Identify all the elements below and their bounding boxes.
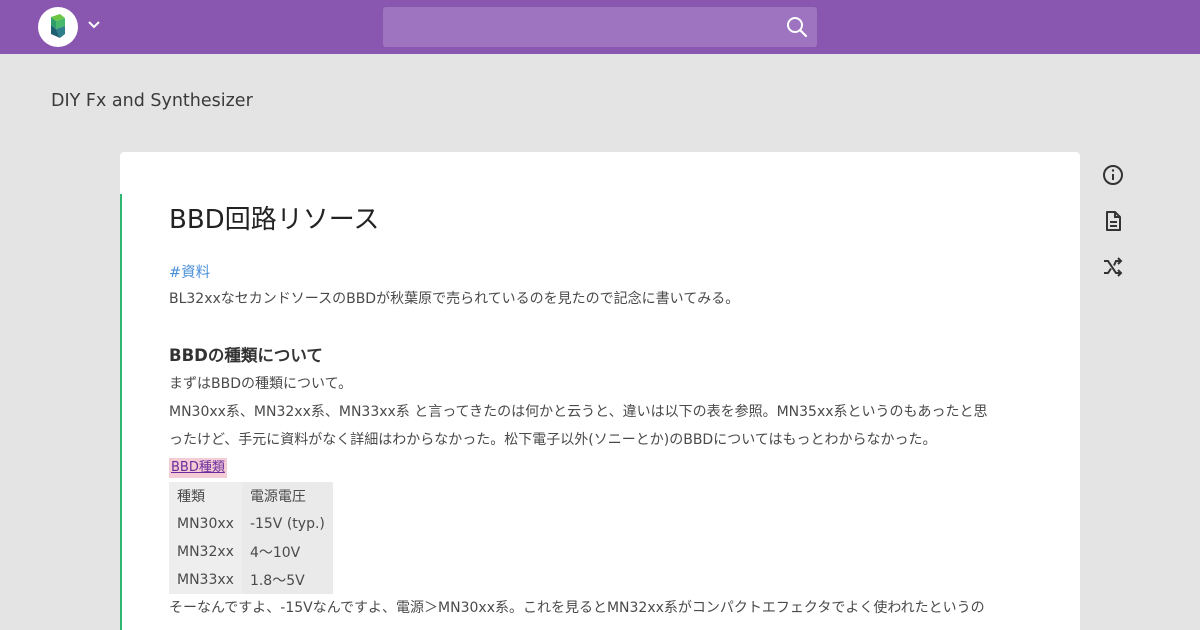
- article-accent-bar: [120, 194, 122, 630]
- bbd-types-link[interactable]: BBD種類: [169, 458, 227, 478]
- paragraph-1: まずはBBDの種類について。: [169, 376, 353, 392]
- table-row: MN32xx 4～10V: [169, 538, 333, 566]
- paragraph-2-line-2: ったけど、手元に資料がなく詳細はわからなかった。松下電子以外(ソニーとか)のBB…: [169, 432, 937, 448]
- paragraph-2-line-1: MN30xx系、MN32xx系、MN33xx系 と言ってきたのは何かと云うと、違…: [169, 404, 988, 420]
- table-header-cell: 種類: [169, 482, 242, 510]
- table-cell: MN32xx: [169, 538, 242, 566]
- table-cell: -15V (typ.): [241, 510, 333, 538]
- shuffle-icon[interactable]: [1101, 255, 1125, 279]
- table-cell: 4～10V: [241, 538, 333, 566]
- table-header-row: 種類 電源電圧: [169, 482, 333, 510]
- chevron-down-icon[interactable]: [86, 17, 102, 33]
- table-cell: 1.8～5V: [241, 566, 333, 594]
- section-heading: BBDの種類について: [169, 346, 323, 365]
- article-title: BBD回路リソース: [169, 205, 380, 235]
- search-input[interactable]: [383, 7, 773, 47]
- paragraph-3: そーなんですよ、-15Vなんですよ、電源＞MN30xx系。これを見るとMN32x…: [169, 600, 985, 616]
- intro-paragraph: BL32xxなセカンドソースのBBDが秋葉原で売られているのを見たので記念に書い…: [169, 291, 740, 307]
- table-cell: MN33xx: [169, 566, 242, 594]
- table-row: MN30xx -15V (typ.): [169, 510, 333, 538]
- info-icon[interactable]: [1101, 163, 1125, 187]
- search-icon[interactable]: [785, 15, 809, 39]
- service-logo-icon[interactable]: [38, 7, 78, 47]
- blog-title-link[interactable]: DIY Fx and Synthesizer: [51, 91, 253, 111]
- bbd-types-table: 種類 電源電圧 MN30xx -15V (typ.) MN32xx 4～10V …: [169, 482, 333, 594]
- table-header-cell: 電源電圧: [241, 482, 333, 510]
- document-icon[interactable]: [1101, 209, 1125, 233]
- article-tag-link[interactable]: #資料: [169, 261, 210, 282]
- table-cell: MN30xx: [169, 510, 242, 538]
- top-navigation-bar: [0, 0, 1200, 54]
- search-box: [383, 7, 817, 47]
- article-card: BBD回路リソース #資料 BL32xxなセカンドソースのBBDが秋葉原で売られ…: [120, 152, 1080, 630]
- table-row: MN33xx 1.8～5V: [169, 566, 333, 594]
